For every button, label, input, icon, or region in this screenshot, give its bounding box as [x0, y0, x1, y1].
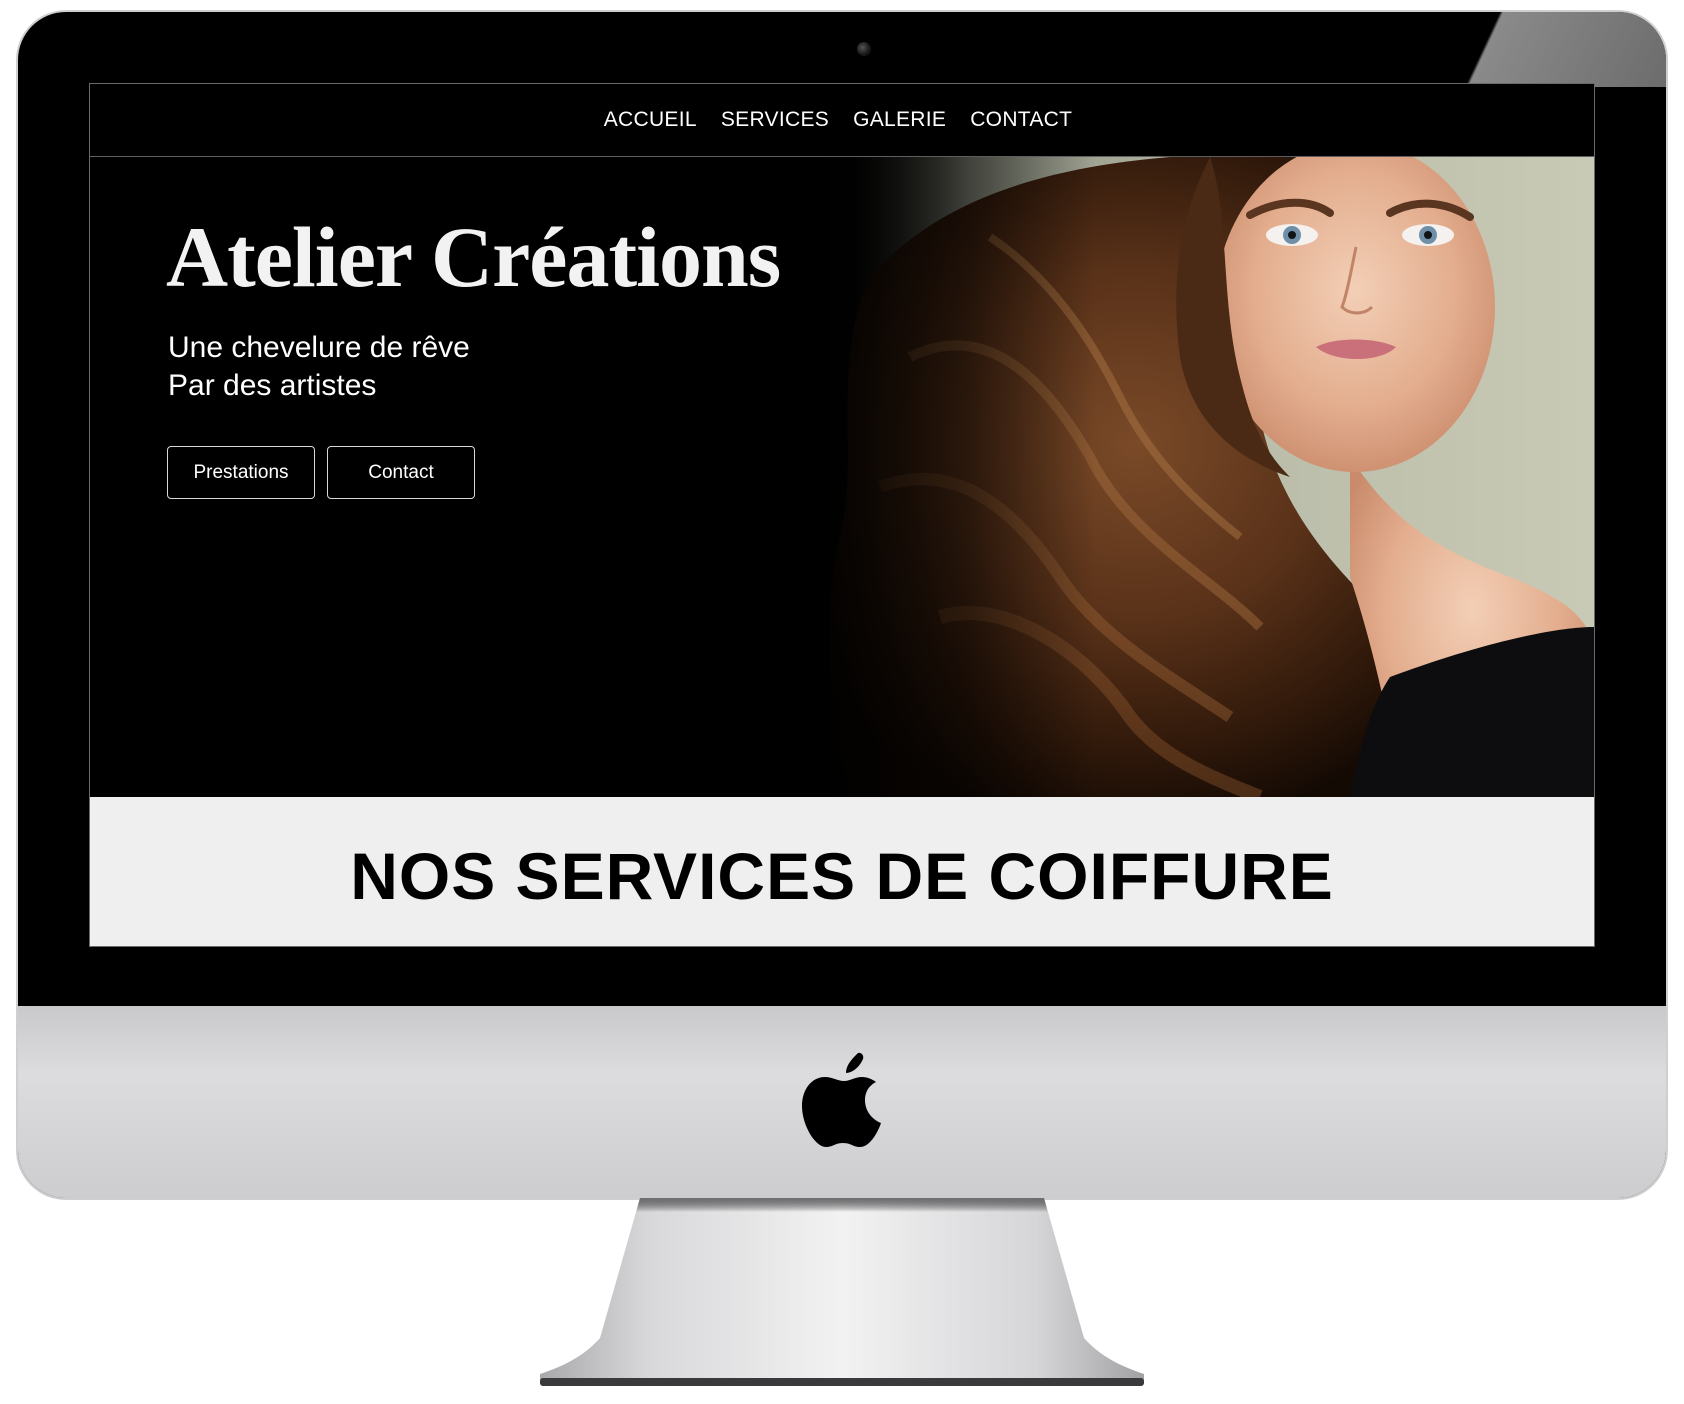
- prestations-button[interactable]: Prestations: [167, 446, 315, 499]
- hero-title: Atelier Créations: [166, 209, 781, 305]
- website-screen: ACCUEIL SERVICES GALERIE CONTACT Atelier…: [89, 83, 1595, 947]
- services-heading: NOS SERVICES DE COIFFURE: [350, 838, 1334, 913]
- imac-stand: [540, 1198, 1144, 1386]
- nav-contact[interactable]: CONTACT: [970, 108, 1072, 132]
- hero-subtitle-line-1: Une chevelure de rêve: [168, 331, 470, 364]
- nav-galerie[interactable]: GALERIE: [853, 108, 946, 132]
- services-section: NOS SERVICES DE COIFFURE: [90, 797, 1594, 946]
- nav-accueil[interactable]: ACCUEIL: [604, 108, 697, 132]
- webcam-icon: [857, 42, 871, 56]
- bezel-glare: [1366, 12, 1666, 87]
- nav-services[interactable]: SERVICES: [721, 108, 829, 132]
- top-navigation: ACCUEIL SERVICES GALERIE CONTACT: [90, 84, 1594, 157]
- contact-button[interactable]: Contact: [327, 446, 475, 499]
- hero-subtitle: Une chevelure de rêve Par des artistes: [168, 329, 470, 405]
- hero-section: Atelier Créations Une chevelure de rêve …: [90, 157, 1594, 797]
- apple-logo-icon: [802, 1052, 881, 1147]
- hero-woman-hair-image: [790, 157, 1594, 797]
- hero-subtitle-line-2: Par des artistes: [168, 369, 377, 402]
